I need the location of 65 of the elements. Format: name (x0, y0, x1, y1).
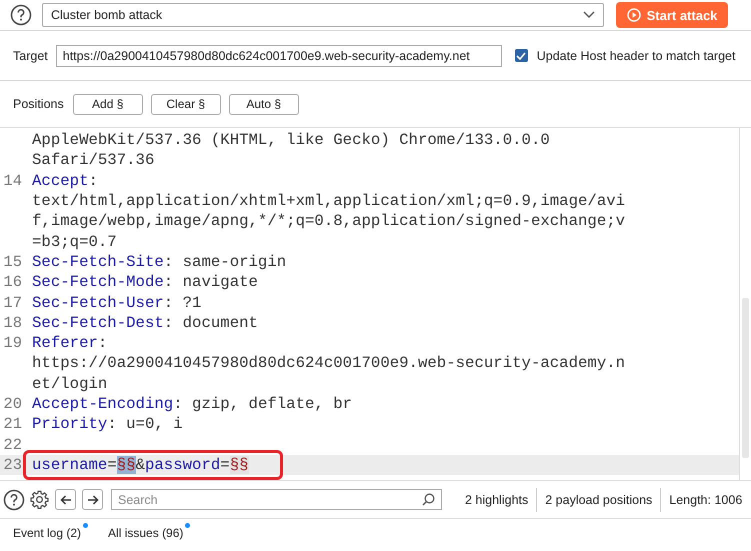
search-field[interactable]: Search (111, 489, 442, 510)
code-text: : (88, 172, 98, 190)
code-text: : u=0, i (107, 415, 183, 434)
line-number: 21 (2, 415, 22, 434)
target-url-field[interactable]: https://0a2900410457980d80dc624c001700e9.web-security-academy.net (56, 44, 502, 66)
payload-positions-count: 2 payload positions (537, 488, 662, 512)
code-text: : navigate (164, 273, 258, 292)
line-number: 16 (2, 273, 22, 292)
update-host-checkbox[interactable] (514, 49, 528, 62)
code-text: : gzip, deflate, br (173, 395, 352, 413)
line-number: 14 (2, 172, 22, 190)
header-name: Accept (32, 172, 88, 190)
code-text: : (98, 334, 108, 352)
code-text: text/html,application/xhtml+xml,application/xml;q=0.9,image/avi (32, 192, 626, 210)
line-number: 17 (2, 294, 22, 312)
header-name: Accept-Encoding (32, 395, 174, 413)
clear-markers-button[interactable]: Clear § (150, 94, 221, 114)
line-number: 23 (2, 456, 22, 474)
header-name: Referer (32, 334, 98, 352)
help-icon[interactable] (10, 4, 32, 26)
header-name: Sec-Fetch-Dest (32, 314, 164, 332)
code-text: Safari/537.36 (32, 151, 154, 170)
header-name: password (144, 456, 220, 474)
add-marker-button[interactable]: Add § (72, 94, 143, 114)
attack-type-dropdown[interactable]: Cluster bomb attack (42, 3, 604, 27)
search-icon (422, 493, 435, 506)
header-name: Priority (32, 415, 108, 434)
chevron-down-icon (583, 11, 595, 19)
code-text: =b3;q=0.7 (32, 232, 117, 251)
help-icon[interactable] (3, 488, 25, 510)
code-text: f,image/webp,image/apng,*/*;q=0.8,application/signed-exchange;v (32, 212, 626, 230)
payload-marker[interactable]: §§ (116, 456, 136, 474)
forward-button[interactable] (82, 489, 103, 510)
line-number: 22 (2, 436, 22, 454)
code-text: = (220, 456, 230, 474)
header-name: Sec-Fetch-User (32, 294, 164, 312)
highlights-count: 2 highlights (457, 488, 538, 512)
left-arrow-icon (60, 494, 72, 506)
positions-label: Positions (13, 97, 64, 111)
code-text: et/login (32, 374, 108, 393)
target-label: Target (13, 48, 48, 62)
right-arrow-icon (86, 494, 98, 506)
status-tab[interactable]: All issues (96) (108, 526, 184, 540)
code-text: & (136, 456, 145, 474)
line-number: 19 (2, 334, 22, 352)
line-number: 18 (2, 314, 22, 332)
auto-markers-button[interactable]: Auto § (228, 94, 299, 114)
code-text: https://0a2900410457980d80dc624c001700e9.web-security-academy.n (32, 354, 626, 372)
code-text: : ?1 (164, 294, 202, 312)
code-text: = (107, 456, 117, 474)
update-host-label: Update Host header to match target (536, 48, 736, 62)
payload-marker[interactable]: §§ (230, 456, 249, 474)
play-circle-icon (626, 8, 641, 22)
status-tab[interactable]: Event log (2) (13, 526, 82, 540)
code-text: AppleWebKit/537.36 (KHTML, like Gecko) Chrome/133.0.0.0 (32, 131, 550, 150)
line-number: 15 (2, 252, 22, 271)
code-text: : document (164, 314, 258, 332)
back-button[interactable] (55, 489, 76, 510)
code-text: : same-origin (164, 252, 286, 271)
line-number: 20 (2, 395, 22, 413)
settings-icon[interactable] (30, 490, 49, 509)
header-name: username (32, 456, 108, 474)
header-name: Sec-Fetch-Site (32, 252, 164, 271)
header-name: Sec-Fetch-Mode (32, 273, 164, 292)
length-label: Length: 1006 (668, 492, 744, 509)
